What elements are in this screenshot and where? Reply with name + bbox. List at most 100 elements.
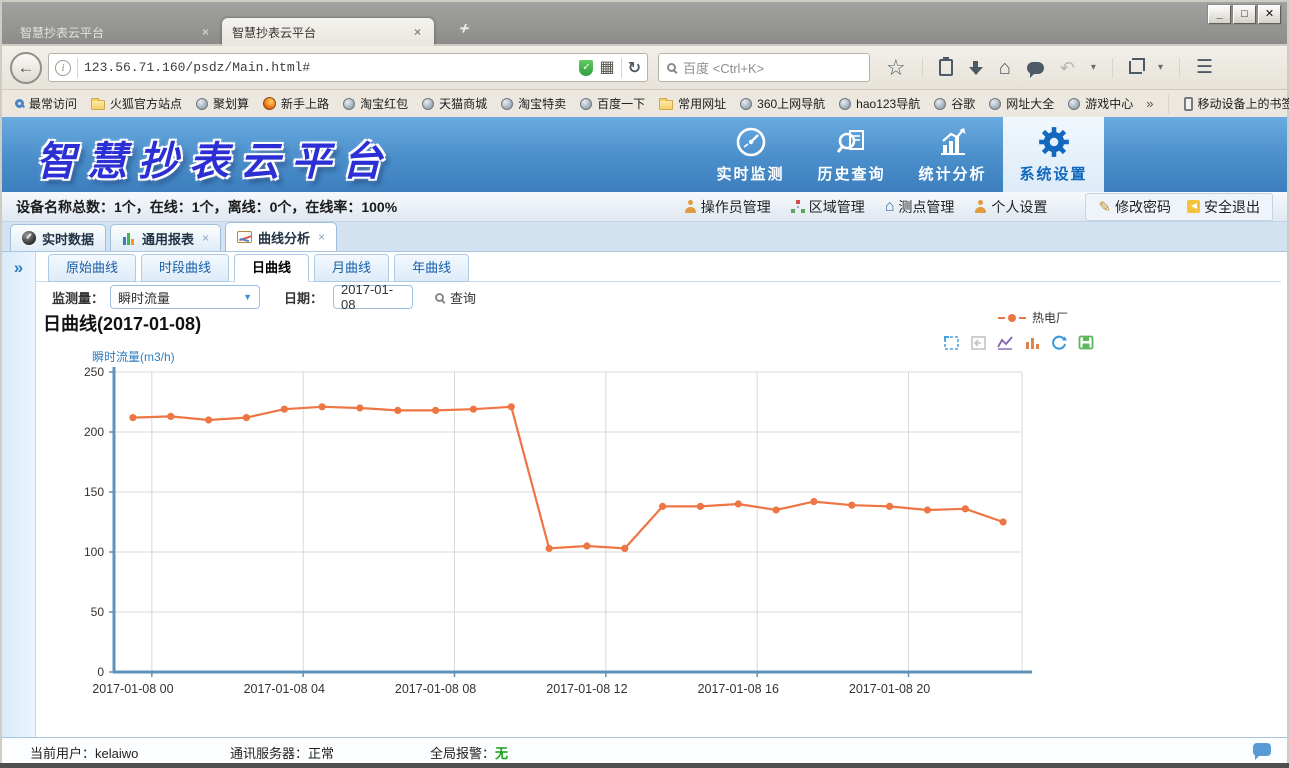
dropdown-caret-icon[interactable]: ▾ (1158, 62, 1163, 73)
bookmark-item[interactable]: 常用网址 (652, 95, 733, 112)
switch-bar-chart-icon[interactable] (1023, 334, 1041, 351)
bookmark-item[interactable]: hao123导航 (832, 95, 927, 112)
window-controls: _ □ ✕ (1208, 5, 1281, 24)
global-alarm: 全局报警：无 (430, 743, 508, 762)
bookmark-label: 聚划算 (213, 95, 249, 112)
curve-tabstrip: 原始曲线 时段曲线 日曲线 月曲线 年曲线 (48, 254, 469, 282)
bookmark-item[interactable]: 360上网导航 (733, 95, 832, 112)
maximize-button[interactable]: □ (1233, 5, 1256, 24)
date-input[interactable]: 2017-01-08 (333, 285, 413, 309)
bookmark-label: 游戏中心 (1085, 95, 1133, 112)
address-bar[interactable]: i 123.56.71.160/psdz/Main.html# ▦ ↻ (48, 53, 648, 82)
exit-icon (1187, 200, 1200, 213)
screenshot-crop-icon[interactable] (1129, 61, 1142, 74)
curve-tab[interactable]: 时段曲线 (141, 254, 229, 282)
main-nav: 实时监测 历史查询 (700, 117, 1104, 192)
bookmark-item[interactable]: 网址大全 (982, 95, 1061, 112)
logout-button[interactable]: 安全退出 (1187, 197, 1260, 217)
undo-icon[interactable]: ↶ (1060, 59, 1075, 77)
bookmark-item[interactable]: 天猫商城 (415, 95, 494, 112)
nav-history-query[interactable]: 历史查询 (801, 117, 902, 192)
download-icon[interactable] (969, 61, 983, 75)
chart-legend[interactable]: 热电厂 (998, 309, 1068, 326)
bookmark-item[interactable]: 火狐官方站点 (84, 95, 189, 112)
bookmark-item[interactable]: 谷歌 (927, 95, 982, 112)
nav-realtime-monitor[interactable]: 实时监测 (700, 117, 801, 192)
globe-icon (343, 98, 355, 110)
browser-tab[interactable]: 智慧抄表云平台 × (222, 18, 434, 46)
bookmarks-clipboard-icon[interactable] (939, 59, 953, 76)
app-header: 智慧抄表云平台 实时监测 历史查询 (2, 117, 1287, 192)
tab-realtime-data[interactable]: 实时数据 (10, 224, 106, 251)
sidebar-expand-button[interactable]: » (2, 258, 35, 278)
search-input[interactable]: 百度 <Ctrl+K> (658, 53, 870, 82)
svg-text:200: 200 (84, 425, 104, 439)
tab-general-report[interactable]: 通用报表 × (110, 224, 221, 251)
nav-system-settings[interactable]: 系统设置 (1003, 117, 1104, 192)
curve-tab[interactable]: 年曲线 (394, 254, 469, 282)
back-button[interactable]: ← (10, 52, 42, 84)
nav-statistics[interactable]: 统计分析 (902, 117, 1003, 192)
point-management-link[interactable]: ⌂ 测点管理 (885, 197, 955, 217)
chat-bubble-icon[interactable] (1253, 743, 1271, 756)
home-icon[interactable]: ⌂ (999, 58, 1011, 78)
person-icon (684, 200, 697, 213)
chart-title: 日曲线(2017-01-08) (43, 310, 201, 336)
tab-close-icon[interactable]: × (199, 25, 212, 39)
star-icon[interactable]: ☆ (886, 57, 906, 79)
operator-management-link[interactable]: 操作员管理 (684, 197, 771, 217)
site-info-icon[interactable]: i (55, 60, 71, 76)
tab-close-icon[interactable]: × (318, 230, 325, 244)
curve-tab[interactable]: 原始曲线 (48, 254, 136, 282)
browser-tab-title: 智慧抄表云平台 (20, 24, 199, 41)
hamburger-menu-icon[interactable]: ☰ (1196, 58, 1213, 77)
window-titlebar: 智慧抄表云平台 × 智慧抄表云平台 × + _ □ ✕ (0, 0, 1289, 46)
bookmark-item[interactable]: 淘宝红包 (336, 95, 415, 112)
qr-code-icon[interactable]: ▦ (599, 60, 614, 76)
window-bottom-frame (0, 763, 1289, 768)
globe-icon (740, 98, 752, 110)
bookmark-item[interactable]: 百度一下 (573, 95, 652, 112)
query-button[interactable]: 查询 (435, 288, 476, 307)
curve-tab[interactable]: 月曲线 (314, 254, 389, 282)
bookmark-item[interactable]: 聚划算 (189, 95, 256, 112)
tab-close-icon[interactable]: × (411, 25, 424, 39)
search-placeholder: 百度 <Ctrl+K> (683, 58, 764, 77)
zoom-restore-icon[interactable] (969, 334, 987, 351)
area-management-link[interactable]: 区域管理 (791, 197, 865, 217)
app-footer: 当前用户：kelaiwo 通讯服务器：正常 全局报警：无 (2, 737, 1287, 763)
tab-curve-analysis[interactable]: 曲线分析 × (225, 222, 337, 251)
save-as-image-icon[interactable] (1077, 334, 1095, 351)
bookmark-item[interactable]: 淘宝特卖 (494, 95, 573, 112)
bookmark-label: 谷歌 (951, 95, 975, 112)
reload-button[interactable]: ↻ (628, 58, 641, 78)
mobile-bookmarks-item[interactable]: 移动设备上的书签 (1177, 95, 1289, 112)
minimize-button[interactable]: _ (1208, 5, 1231, 24)
bookmark-item[interactable]: 最常访问 (8, 95, 84, 112)
browser-tabstrip: 智慧抄表云平台 × 智慧抄表云平台 × (10, 18, 434, 46)
folder-icon (91, 100, 105, 110)
curve-tab[interactable]: 日曲线 (234, 254, 309, 282)
new-tab-button[interactable]: + (444, 18, 484, 42)
close-button[interactable]: ✕ (1258, 5, 1281, 24)
bookmark-item[interactable]: 游戏中心 (1061, 95, 1140, 112)
monitor-select[interactable]: 瞬时流量 ▼ (110, 285, 260, 309)
bookmark-item[interactable]: 新手上路 (256, 95, 336, 112)
url-text[interactable]: 123.56.71.160/psdz/Main.html# (84, 60, 573, 75)
bookmarks-overflow-button[interactable]: » (1140, 96, 1159, 111)
browser-tab[interactable]: 智慧抄表云平台 × (10, 18, 222, 46)
dropdown-caret-icon[interactable]: ▾ (1091, 62, 1096, 73)
personal-settings-link[interactable]: 个人设置 (974, 197, 1047, 217)
change-password-button[interactable]: ✎ 修改密码 (1098, 197, 1171, 217)
tab-close-icon[interactable]: × (202, 231, 209, 245)
search-icon (435, 293, 444, 302)
svg-text:2017-01-08 00: 2017-01-08 00 (92, 682, 173, 696)
line-chart-canvas[interactable]: 0501001502002502017-01-08 002017-01-08 0… (42, 362, 1047, 702)
switch-line-chart-icon[interactable] (996, 334, 1014, 351)
zoom-box-icon[interactable] (942, 334, 960, 351)
status-row: 设备名称总数：1个，在线：1个，离线：0个，在线率：100% 操作员管理 区域管… (2, 192, 1287, 222)
security-shield-icon[interactable] (579, 60, 593, 76)
messenger-icon[interactable] (1027, 62, 1044, 74)
history-icon (15, 99, 24, 108)
restore-icon[interactable] (1050, 334, 1068, 351)
